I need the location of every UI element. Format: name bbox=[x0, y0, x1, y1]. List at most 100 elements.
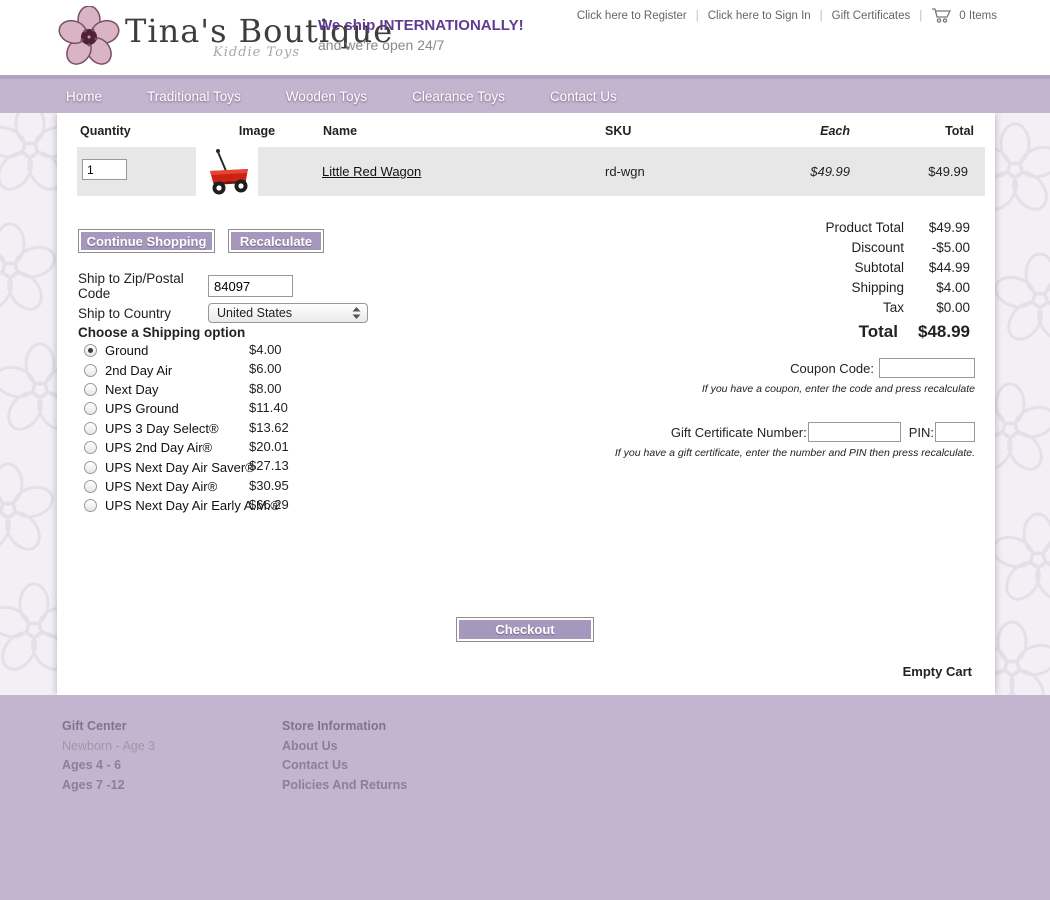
footer-link-ages-4-6[interactable]: Ages 4 - 6 bbox=[62, 758, 155, 778]
country-label: Ship to Country bbox=[78, 306, 208, 321]
footer-link-about-us[interactable]: About Us bbox=[282, 739, 407, 759]
column-header-total: Total bbox=[857, 124, 974, 138]
shipping-option-radio[interactable] bbox=[84, 441, 97, 454]
column-header-each: Each bbox=[697, 124, 850, 138]
pin-label: PIN: bbox=[909, 425, 934, 440]
shipping-option-radio[interactable] bbox=[84, 480, 97, 493]
shipping-option-label: Next Day bbox=[105, 382, 158, 397]
shipping-option-radio[interactable] bbox=[84, 422, 97, 435]
coupon-code-input[interactable] bbox=[879, 358, 975, 378]
grand-total-row: Total$48.99 bbox=[570, 322, 970, 348]
product-sku: rd-wgn bbox=[605, 164, 645, 179]
shipping-option-label: 2nd Day Air bbox=[105, 363, 172, 378]
ship-to-country-row: Ship to Country United States bbox=[78, 303, 368, 323]
nav-item-traditional-toys[interactable]: Traditional Toys bbox=[147, 89, 241, 104]
footer-link-contact-us[interactable]: Contact Us bbox=[282, 758, 407, 778]
recalculate-button[interactable]: Recalculate bbox=[228, 229, 324, 253]
totals-row: Discount-$5.00 bbox=[570, 240, 970, 260]
sign-in-link[interactable]: Click here to Sign In bbox=[708, 10, 811, 22]
flower-logo-icon bbox=[57, 6, 121, 68]
shipping-option-radio[interactable] bbox=[84, 383, 97, 396]
promo-emphasis: INTERNATIONALLY! bbox=[379, 17, 523, 34]
grand-total-value: $48.99 bbox=[898, 322, 970, 342]
empty-cart-link[interactable]: Empty Cart bbox=[903, 664, 972, 679]
column-header-quantity: Quantity bbox=[80, 124, 131, 138]
cart-item-row: Little Red Wagon rd-wgn $49.99 $49.99 bbox=[77, 147, 985, 196]
column-header-image: Image bbox=[197, 124, 317, 138]
totals-row: Product Total$49.99 bbox=[570, 220, 970, 240]
product-each-price: $49.99 bbox=[697, 164, 850, 179]
site-footer: Gift Center Newborn - Age 3 Ages 4 - 6 A… bbox=[0, 695, 1050, 900]
cart-status[interactable]: 0 Items bbox=[931, 8, 997, 23]
zip-input[interactable] bbox=[208, 275, 293, 297]
shipping-option: UPS Next Day Air Early A.M.®$66.29 bbox=[78, 496, 378, 515]
order-totals: Product Total$49.99 Discount-$5.00 Subto… bbox=[570, 220, 970, 348]
ship-to-zip-row: Ship to Zip/Postal Code bbox=[78, 271, 293, 301]
gift-certificates-link[interactable]: Gift Certificates bbox=[832, 10, 911, 22]
country-selected-value: United States bbox=[217, 306, 292, 320]
shipping-option-radio[interactable] bbox=[84, 364, 97, 377]
cart-table-header: Quantity Image Name SKU Each Total bbox=[57, 124, 995, 144]
cart-page-panel: Quantity Image Name SKU Each Total Littl… bbox=[57, 113, 995, 695]
totals-label: Subtotal bbox=[854, 260, 904, 275]
promo-line2: and we're open 24/7 bbox=[318, 37, 524, 53]
register-link[interactable]: Click here to Register bbox=[577, 10, 687, 22]
gift-certificate-number-label: Gift Certificate Number: bbox=[671, 425, 807, 440]
shipping-option: 2nd Day Air$6.00 bbox=[78, 360, 378, 379]
footer-column-heading: Gift Center bbox=[62, 719, 155, 739]
shipping-option-radio[interactable] bbox=[84, 402, 97, 415]
shipping-option-price: $27.13 bbox=[249, 458, 289, 473]
main-nav: Home Traditional Toys Wooden Toys Cleara… bbox=[0, 75, 1050, 113]
choose-shipping-heading: Choose a Shipping option bbox=[78, 325, 245, 340]
separator: | bbox=[696, 10, 699, 22]
country-select[interactable]: United States bbox=[208, 303, 368, 323]
coupon-section: Coupon Code: If you have a coupon, enter… bbox=[702, 358, 975, 395]
shipping-option-radio[interactable] bbox=[84, 499, 97, 512]
red-wagon-image bbox=[196, 144, 258, 197]
coupon-code-label: Coupon Code: bbox=[790, 361, 874, 376]
nav-item-wooden-toys[interactable]: Wooden Toys bbox=[286, 89, 367, 104]
shipping-option: UPS 2nd Day Air®$20.01 bbox=[78, 438, 378, 457]
footer-store-info-column: Store Information About Us Contact Us Po… bbox=[282, 719, 407, 797]
checkout-button[interactable]: Checkout bbox=[456, 617, 594, 642]
separator: | bbox=[919, 10, 922, 22]
pin-input[interactable] bbox=[935, 422, 975, 442]
nav-item-home[interactable]: Home bbox=[66, 89, 102, 104]
footer-gift-center-column: Gift Center Newborn - Age 3 Ages 4 - 6 A… bbox=[62, 719, 155, 797]
shipping-option-price: $8.00 bbox=[249, 381, 282, 396]
shipping-option-label: UPS Ground bbox=[105, 401, 179, 416]
continue-shopping-button[interactable]: Continue Shopping bbox=[78, 229, 215, 253]
shipping-option-radio[interactable] bbox=[84, 344, 97, 357]
footer-link-newborn-age3[interactable]: Newborn - Age 3 bbox=[62, 739, 155, 759]
shipping-option: Next Day $8.00 bbox=[78, 380, 378, 399]
shipping-option: UPS Ground$11.40 bbox=[78, 399, 378, 418]
totals-value: $44.99 bbox=[904, 260, 970, 275]
totals-row: Tax$0.00 bbox=[570, 300, 970, 320]
product-name-link[interactable]: Little Red Wagon bbox=[322, 164, 421, 179]
nav-item-clearance-toys[interactable]: Clearance Toys bbox=[412, 89, 505, 104]
product-total-price: $49.99 bbox=[857, 164, 968, 179]
shipping-option: UPS 3 Day Select®$13.62 bbox=[78, 419, 378, 438]
totals-row: Subtotal$44.99 bbox=[570, 260, 970, 280]
footer-link-ages-7-12[interactable]: Ages 7 -12 bbox=[62, 778, 155, 798]
footer-link-policies-returns[interactable]: Policies And Returns bbox=[282, 778, 407, 798]
separator: | bbox=[820, 10, 823, 22]
nav-item-contact-us[interactable]: Contact Us bbox=[550, 89, 617, 104]
shipping-option-label: UPS Next Day Air® bbox=[105, 479, 217, 494]
totals-value: -$5.00 bbox=[904, 240, 970, 255]
quantity-input[interactable] bbox=[82, 159, 127, 180]
shipping-option-price: $13.62 bbox=[249, 420, 289, 435]
totals-label: Discount bbox=[851, 240, 904, 255]
shipping-option-label: UPS 2nd Day Air® bbox=[105, 440, 212, 455]
totals-label: Product Total bbox=[825, 220, 904, 235]
shipping-option-label: Ground bbox=[105, 343, 148, 358]
shipping-option-radio[interactable] bbox=[84, 461, 97, 474]
site-header: Tina's Boutique Kiddie Toys We ship INTE… bbox=[0, 0, 1050, 75]
shipping-options-list: Ground$4.00 2nd Day Air$6.00 Next Day $8.… bbox=[78, 341, 378, 516]
shipping-option-price: $66.29 bbox=[249, 497, 289, 512]
totals-value: $49.99 bbox=[904, 220, 970, 235]
shipping-option: Ground$4.00 bbox=[78, 341, 378, 360]
product-thumbnail bbox=[196, 144, 258, 197]
column-header-sku: SKU bbox=[605, 124, 631, 138]
gift-certificate-number-input[interactable] bbox=[808, 422, 901, 442]
